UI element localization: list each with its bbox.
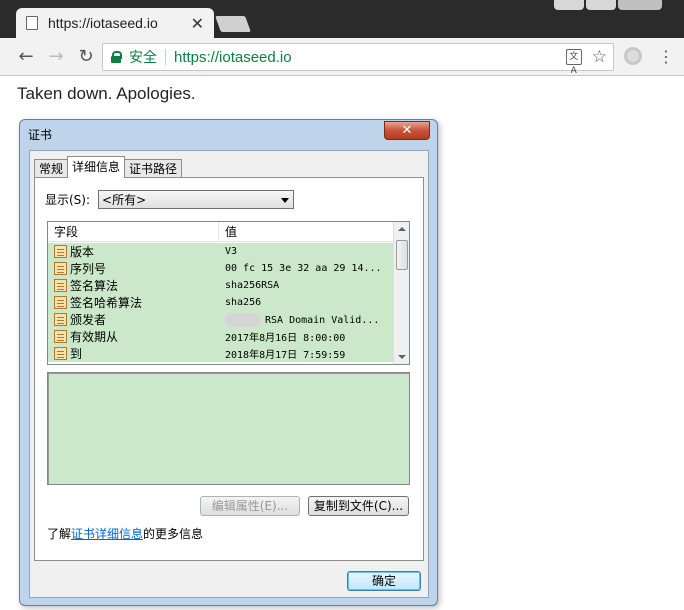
certificate-field-icon: [54, 262, 67, 275]
browser-tabstrip: https://iotaseed.io ✕: [0, 0, 684, 38]
certificate-field-icon: [54, 296, 67, 309]
url-text[interactable]: https://iotaseed.io: [174, 49, 292, 66]
window-controls: [552, 0, 662, 10]
dialog-title: 证书: [28, 128, 53, 142]
copy-to-file-button[interactable]: 复制到文件(C)...: [308, 496, 409, 516]
window-close-button[interactable]: [618, 0, 662, 10]
row-field: 有效期从: [70, 330, 119, 344]
tab-cert-path[interactable]: 证书路径: [124, 159, 183, 178]
column-header-value[interactable]: 值: [219, 222, 237, 242]
row-value: V3: [225, 246, 238, 257]
extension-icon[interactable]: [624, 47, 642, 65]
learn-more-text: 了解证书详细信息的更多信息: [47, 525, 203, 542]
show-select-value: <所有>: [102, 193, 147, 207]
redacted-blur: [225, 312, 261, 327]
field-detail-box[interactable]: [47, 372, 410, 485]
list-rows: 版本 V3 序列号 00 fc 15 3e 32 aa 29 14... 签名算…: [48, 243, 393, 362]
certificate-dialog: 证书 ✕ 常规 详细信息 证书路径 显示(S): <所有> 字段 值 版本 V3…: [19, 119, 438, 606]
table-row[interactable]: 签名哈希算法 sha256: [48, 294, 393, 311]
tab-general[interactable]: 常规: [34, 159, 69, 178]
table-row[interactable]: 到 2018年8月17日 7:59:59: [48, 345, 393, 362]
new-tab-button[interactable]: [215, 16, 251, 32]
row-field: 颁发者: [70, 313, 107, 327]
page-message: Taken down. Apologies.: [17, 84, 196, 103]
chevron-down-icon[interactable]: [281, 198, 290, 203]
cert-details-link[interactable]: 证书详细信息: [71, 527, 143, 541]
scroll-down-icon[interactable]: [398, 355, 406, 359]
tab-title: https://iotaseed.io: [48, 15, 158, 31]
learn-prefix: 了解: [47, 527, 72, 541]
table-row[interactable]: 签名算法 sha256RSA: [48, 277, 393, 294]
dialog-tabs: 常规 详细信息 证书路径: [34, 156, 183, 178]
reload-icon[interactable]: ↻: [74, 45, 98, 69]
show-label: 显示(S):: [45, 193, 91, 207]
scroll-up-icon[interactable]: [398, 227, 406, 231]
address-bar[interactable]: 安全 https://iotaseed.io 文A ☆: [102, 43, 614, 76]
lock-icon[interactable]: [111, 51, 122, 63]
certificate-field-icon: [54, 347, 67, 360]
certificate-field-icon: [54, 330, 67, 343]
ok-button[interactable]: 确定: [347, 571, 421, 591]
tab-close-icon[interactable]: ✕: [191, 14, 204, 33]
show-row: 显示(S): <所有>: [45, 190, 295, 209]
tab-details[interactable]: 详细信息: [67, 156, 126, 178]
row-field: 到: [70, 347, 83, 361]
row-value: 2017年8月16日 8:00:00: [225, 333, 346, 344]
details-panel: 显示(S): <所有> 字段 值 版本 V3 序列号 00 fc 15 3e 3…: [34, 177, 424, 561]
dialog-body: 常规 详细信息 证书路径 显示(S): <所有> 字段 值 版本 V3 序列号 …: [29, 150, 429, 598]
certificate-field-icon: [54, 245, 67, 258]
field-list[interactable]: 字段 值 版本 V3 序列号 00 fc 15 3e 32 aa 29 14..…: [47, 221, 410, 365]
menu-icon[interactable]: ⋮: [658, 48, 674, 66]
learn-suffix: 的更多信息: [143, 527, 204, 541]
security-label[interactable]: 安全: [129, 47, 157, 67]
dialog-close-button[interactable]: ✕: [384, 121, 430, 140]
row-field: 签名哈希算法: [70, 296, 143, 310]
row-field: 版本: [70, 245, 95, 259]
certificate-field-icon: [54, 313, 67, 326]
table-row[interactable]: 颁发者 RSA Domain Valid...: [48, 311, 393, 328]
minimize-button[interactable]: [554, 0, 584, 10]
bookmark-star-icon[interactable]: ☆: [592, 48, 607, 66]
list-scrollbar[interactable]: [393, 222, 409, 364]
row-value: sha256: [225, 297, 262, 308]
address-separator: [165, 49, 166, 65]
browser-toolbar: ← → ↻ 安全 https://iotaseed.io 文A ☆ ⋮: [0, 38, 684, 76]
table-row[interactable]: 版本 V3: [48, 243, 393, 260]
row-value: 00 fc 15 3e 32 aa 29 14...: [225, 263, 382, 274]
column-header-field[interactable]: 字段: [48, 222, 219, 242]
edit-properties-button[interactable]: 编辑属性(E)...: [200, 496, 300, 516]
forward-icon[interactable]: →: [44, 45, 68, 69]
page-icon: [26, 16, 38, 30]
browser-tab[interactable]: https://iotaseed.io ✕: [16, 8, 214, 38]
certificate-field-icon: [54, 279, 67, 292]
table-row[interactable]: 序列号 00 fc 15 3e 32 aa 29 14...: [48, 260, 393, 277]
table-row[interactable]: 有效期从 2017年8月16日 8:00:00: [48, 328, 393, 345]
scroll-thumb[interactable]: [396, 240, 408, 270]
row-value: RSA Domain Valid...: [265, 314, 380, 326]
row-value: sha256RSA: [225, 280, 280, 291]
translate-icon[interactable]: 文A: [565, 49, 582, 76]
show-select[interactable]: <所有>: [98, 190, 295, 209]
row-value: 2018年8月17日 7:59:59: [225, 350, 346, 361]
back-icon[interactable]: ←: [14, 45, 38, 69]
row-field: 签名算法: [70, 279, 119, 293]
row-field: 序列号: [70, 262, 107, 276]
list-header: 字段 值: [48, 222, 393, 242]
maximize-button[interactable]: [586, 0, 616, 10]
